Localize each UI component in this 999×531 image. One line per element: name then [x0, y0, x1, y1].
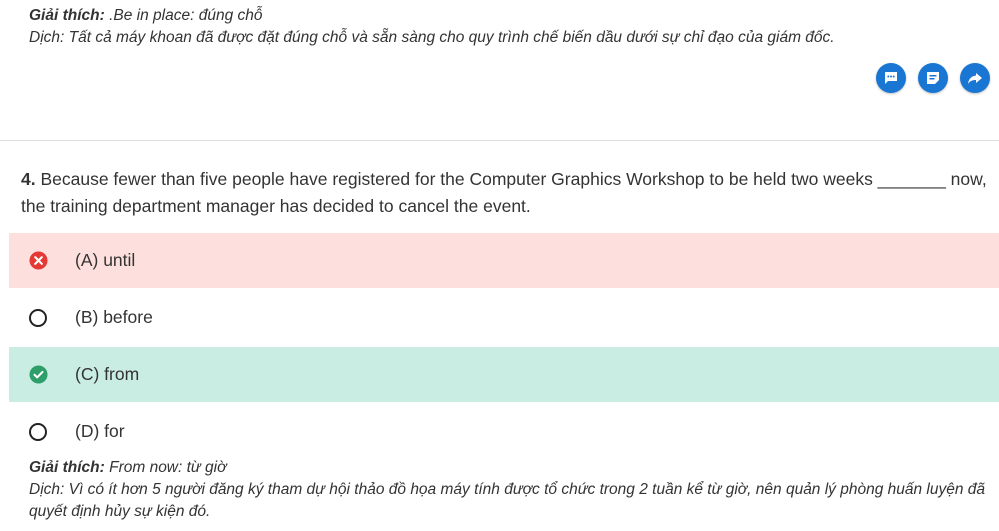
- explanation-translation: Dịch: Vì có ít hơn 5 người đăng ký tham …: [29, 481, 986, 520]
- radio-icon: [28, 308, 48, 328]
- option-label: (A) until: [75, 250, 136, 270]
- explanation-text: .Be in place: đúng chỗ: [104, 7, 263, 24]
- comment-icon: [885, 72, 897, 84]
- share-icon: [968, 73, 982, 84]
- option-d[interactable]: (D) for: [9, 404, 999, 459]
- explanation: Giải thích: From now: từ giờ Dịch: Vì có…: [29, 457, 991, 523]
- previous-explanation-line: Giải thích: .Be in place: đúng chỗ: [29, 5, 991, 27]
- question-number: 4.: [21, 169, 36, 189]
- previous-translation: Dịch: Tất cả máy khoan đã được đặt đúng …: [29, 29, 835, 46]
- previous-explanation: Giải thích: .Be in place: đúng chỗ Dịch:…: [29, 5, 991, 49]
- note-icon: [927, 72, 939, 84]
- note-button[interactable]: [918, 63, 948, 93]
- explanation-text: From now: từ giờ: [104, 459, 227, 476]
- option-b[interactable]: (B) before: [9, 290, 999, 345]
- comment-button[interactable]: [876, 63, 906, 93]
- question-text: 4. Because fewer than five people have r…: [21, 166, 991, 220]
- option-a[interactable]: (A) until: [9, 233, 999, 288]
- option-label: (C) from: [75, 364, 140, 384]
- check-icon: [28, 365, 48, 385]
- explanation-line: Giải thích: From now: từ giờ: [29, 457, 991, 479]
- share-button[interactable]: [960, 63, 990, 93]
- wrong-icon: [28, 251, 48, 271]
- explanation-label: Giải thích:: [29, 7, 105, 24]
- option-c[interactable]: (C) from: [9, 347, 999, 402]
- explanation-label: Giải thích:: [29, 459, 105, 476]
- question-body: Because fewer than five people have regi…: [21, 169, 987, 216]
- radio-icon: [28, 422, 48, 442]
- section-divider: [0, 140, 999, 141]
- action-bar: [876, 63, 990, 93]
- option-label: (D) for: [75, 421, 125, 441]
- option-label: (B) before: [75, 307, 153, 327]
